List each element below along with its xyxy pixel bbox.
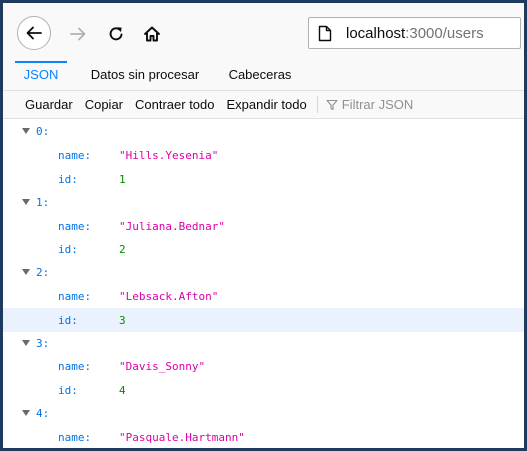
arrow-right-icon — [70, 27, 86, 41]
number-value: 1 — [119, 172, 126, 186]
array-index-key: 4: — [36, 406, 50, 420]
tree-row-name[interactable]: name: "Juliana.Bednar" — [3, 214, 524, 238]
property-key: name: — [58, 359, 92, 373]
arrow-left-icon — [26, 26, 42, 40]
url-host: localhost — [346, 24, 406, 42]
tree-row-index-0[interactable]: 0: — [3, 119, 524, 143]
reload-icon — [109, 27, 123, 41]
tree-row-name[interactable]: name: "Davis_Sonny" — [3, 354, 524, 378]
property-key: id: — [58, 383, 78, 397]
string-value: "Lebsack.Afton" — [119, 289, 219, 303]
number-value: 2 — [119, 242, 126, 256]
expanded-arrow-icon[interactable] — [21, 126, 31, 136]
property-key: id: — [58, 242, 78, 256]
tab-raw-data[interactable]: Datos sin procesar — [83, 61, 207, 90]
number-value: 3 — [119, 313, 126, 327]
filter-json-input[interactable]: Filtrar JSON — [326, 97, 414, 112]
tree-row-id[interactable]: id: 2 — [3, 237, 524, 261]
collapse-all-button[interactable]: Contraer todo — [135, 97, 222, 112]
string-value: "Hills.Yesenia" — [119, 148, 219, 162]
tree-row-index-3[interactable]: 3: — [3, 331, 524, 355]
filter-placeholder: Filtrar JSON — [341, 97, 414, 112]
tab-json[interactable]: JSON — [15, 61, 67, 90]
property-key: name: — [58, 289, 92, 303]
property-key: name: — [58, 219, 92, 233]
tree-row-name[interactable]: name: "Pasquale.Hartmann" — [3, 425, 524, 448]
property-key: id: — [58, 172, 78, 186]
tree-row-index-2[interactable]: 2: — [3, 260, 524, 284]
property-key: id: — [58, 313, 78, 327]
string-value: "Pasquale.Hartmann" — [119, 430, 245, 444]
expanded-arrow-icon[interactable] — [21, 267, 31, 277]
json-actions-toolbar: Guardar Copiar Contraer todo Expandir to… — [3, 91, 524, 119]
home-icon — [144, 26, 160, 42]
number-value: 4 — [119, 383, 126, 397]
reload-button[interactable] — [101, 19, 131, 49]
tree-row-id[interactable]: id: 4 — [3, 378, 524, 402]
tree-row-index-1[interactable]: 1: — [3, 190, 524, 214]
browser-window: localhost:3000/users JSON Datos sin proc… — [0, 0, 527, 451]
tree-row-id-selected[interactable]: id: 3 — [3, 308, 524, 332]
array-index-key: 0: — [36, 124, 50, 138]
array-index-key: 2: — [36, 265, 50, 279]
property-key: name: — [58, 430, 92, 444]
back-button[interactable] — [17, 16, 51, 50]
expanded-arrow-icon[interactable] — [21, 197, 31, 207]
url-text: localhost:3000/users — [346, 25, 484, 42]
string-value: "Juliana.Bednar" — [119, 219, 225, 233]
url-bar[interactable]: localhost:3000/users — [308, 17, 521, 49]
forward-button[interactable] — [63, 19, 93, 49]
expand-all-button[interactable]: Expandir todo — [227, 97, 314, 112]
save-button[interactable]: Guardar — [25, 97, 80, 112]
tree-row-id[interactable]: id: 1 — [3, 167, 524, 191]
browser-toolbar: localhost:3000/users — [3, 3, 524, 61]
string-value: "Davis_Sonny" — [119, 359, 206, 373]
page-icon — [318, 24, 334, 42]
array-index-key: 3: — [36, 336, 50, 350]
expanded-arrow-icon[interactable] — [21, 338, 31, 348]
tree-row-name[interactable]: name: "Lebsack.Afton" — [3, 284, 524, 308]
viewer-tabs: JSON Datos sin procesar Cabeceras — [3, 61, 524, 91]
array-index-key: 1: — [36, 195, 50, 209]
toolbar-divider — [316, 96, 318, 113]
expanded-arrow-icon[interactable] — [21, 408, 31, 418]
filter-icon — [326, 99, 338, 111]
copy-button[interactable]: Copiar — [85, 97, 130, 112]
tree-row-name[interactable]: name: "Hills.Yesenia" — [3, 143, 524, 167]
tree-row-index-4[interactable]: 4: — [3, 401, 524, 425]
json-tree: 0: name: "Hills.Yesenia" id: 1 1: name: … — [3, 119, 524, 448]
tab-headers[interactable]: Cabeceras — [221, 61, 299, 90]
home-button[interactable] — [137, 19, 167, 49]
property-key: name: — [58, 148, 92, 162]
url-path: :3000/users — [405, 24, 484, 42]
